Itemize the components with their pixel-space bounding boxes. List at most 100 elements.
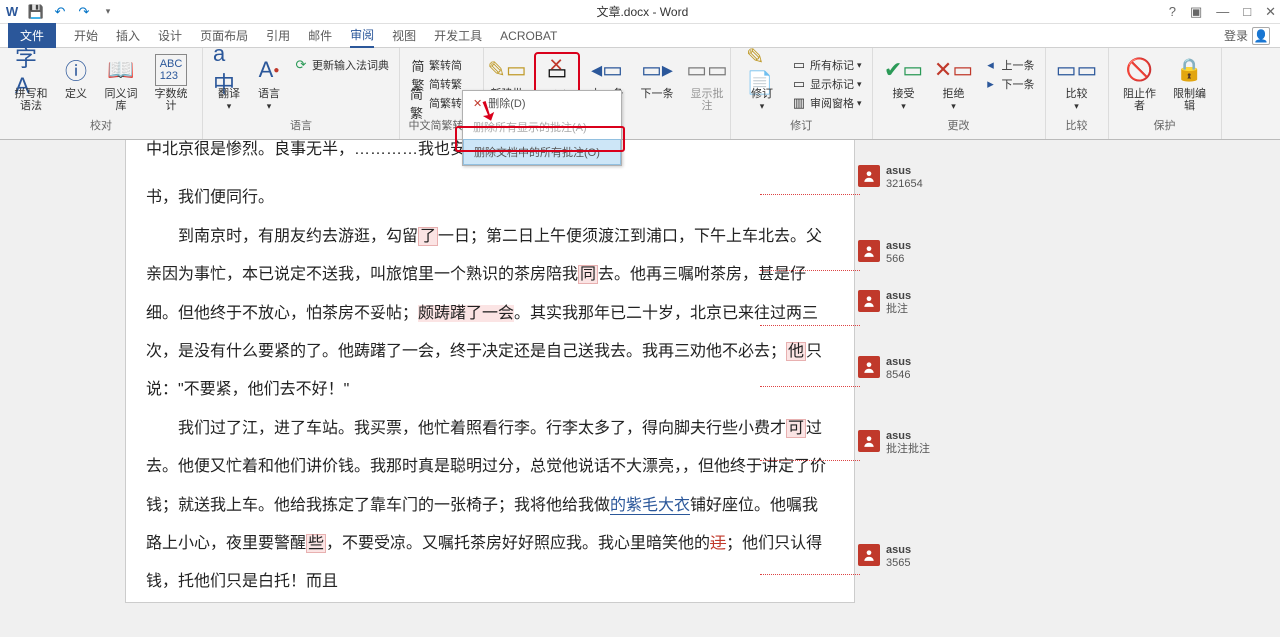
- show-markup-dropdown[interactable]: ▭显示标记▾: [789, 75, 864, 93]
- prev-comment-icon: ◂▭: [591, 54, 623, 86]
- track-changes-icon: ✎📄: [746, 54, 778, 86]
- mark-4: 他: [786, 342, 806, 361]
- next-comment-icon: ▭▸: [641, 54, 673, 86]
- comment-1[interactable]: asus321654: [858, 165, 923, 191]
- restrict-edit-button[interactable]: 🔒 限制编辑: [1167, 52, 1213, 114]
- prev-change-icon: ◂: [983, 57, 999, 73]
- tab-acrobat[interactable]: ACROBAT: [500, 26, 557, 46]
- group-proofing: 字A 拼写和语法 ⓘ 定义 📖 同义词库 ABC123 字数统计 校对: [0, 48, 203, 139]
- convert-icon: 简繁: [410, 95, 426, 111]
- page: 中北京很是惨烈。良事无半，…………我也安向北京念 书，我们便同行。 到南京时，有…: [125, 140, 855, 603]
- connector: [760, 270, 860, 271]
- update-ime-button[interactable]: ⟳ 更新输入法词典: [291, 56, 391, 74]
- para-1: 到南京时，有朋友约去游逛，勾留了一日；第二日上午便须渡江到浦口，下午上车北去。父…: [146, 218, 834, 410]
- avatar-icon: [858, 290, 880, 312]
- translate-icon: a中: [213, 54, 245, 86]
- thesaurus-button[interactable]: 📖 同义词库: [98, 52, 144, 114]
- group-label-changes: 更改: [948, 117, 970, 135]
- connector: [760, 460, 860, 461]
- spellcheck-icon: 字A: [15, 54, 47, 86]
- markup-icon: ▭: [791, 57, 807, 73]
- show-comments-icon: ▭▭: [691, 54, 723, 86]
- wordcount-icon: ABC123: [155, 54, 187, 86]
- show-markup-icon: ▭: [791, 76, 807, 92]
- help-icon[interactable]: ?: [1169, 4, 1176, 20]
- compare-icon: ▭▭: [1061, 54, 1093, 86]
- mark-1: 了: [418, 227, 438, 246]
- review-panel-icon: ▥: [791, 95, 807, 111]
- redo-icon[interactable]: ↷: [76, 4, 92, 20]
- tab-view[interactable]: 视图: [392, 24, 416, 47]
- tab-mail[interactable]: 邮件: [308, 24, 332, 47]
- restrict-edit-icon: 🔒: [1174, 54, 1206, 86]
- qat-dropdown-icon[interactable]: ▾: [100, 4, 116, 20]
- delete-icon-small: ✕: [473, 97, 482, 110]
- avatar-icon: [858, 240, 880, 262]
- delete-shown-comments-item: 删除所有显示的批注(A): [463, 115, 621, 139]
- trad-simp-icon: 简: [410, 57, 426, 73]
- underline-1: 的紫毛大衣: [610, 497, 690, 515]
- spellcheck-button[interactable]: 字A 拼写和语法: [8, 52, 54, 114]
- update-ime-icon: ⟳: [293, 57, 309, 73]
- mark-3: 颇踌躇了一会: [418, 305, 514, 322]
- tab-ref[interactable]: 引用: [266, 24, 290, 47]
- comment-4[interactable]: asus8546: [858, 356, 911, 382]
- language-button[interactable]: A● 语言▾: [251, 52, 287, 114]
- tab-dev[interactable]: 开发工具: [434, 24, 482, 47]
- next-change-icon: ▸: [983, 76, 999, 92]
- mark-6: 些: [306, 534, 326, 553]
- comment-3[interactable]: asus批注: [858, 290, 911, 316]
- document-area: 中北京很是惨烈。良事无半，…………我也安向北京念 书，我们便同行。 到南京时，有…: [0, 140, 1280, 637]
- accept-button[interactable]: ✔▭ 接受▾: [881, 52, 927, 114]
- connector: [760, 386, 860, 387]
- undo-icon[interactable]: ↶: [52, 4, 68, 20]
- ribbon-display-icon[interactable]: ▣: [1190, 4, 1202, 20]
- group-changes: ✔▭ 接受▾ ✕▭ 拒绝▾ ◂上一条 ▸下一条 更改: [873, 48, 1046, 139]
- group-compare: ▭▭ 比较▾ 比较: [1046, 48, 1109, 139]
- reject-button[interactable]: ✕▭ 拒绝▾: [931, 52, 977, 114]
- block-authors-button[interactable]: 🚫 阻止作者: [1117, 52, 1163, 114]
- window-title: 文章.docx - Word: [116, 3, 1169, 20]
- group-label-tracking: 修订: [790, 117, 812, 135]
- track-changes-button[interactable]: ✎📄 修订▾: [739, 52, 785, 114]
- trad-to-simp-button[interactable]: 简繁转简: [408, 56, 475, 74]
- group-tracking: ✎📄 修订▾ ▭所有标记▾ ▭显示标记▾ ▥审阅窗格▾ 修订: [731, 48, 873, 139]
- compare-button[interactable]: ▭▭ 比较▾: [1054, 52, 1100, 114]
- thesaurus-icon: 📖: [105, 54, 137, 86]
- title-bar: W 💾 ↶ ↷ ▾ 文章.docx - Word ? ▣ — □ ✕: [0, 0, 1280, 24]
- group-language: a中 翻译▾ A● 语言▾ ⟳ 更新输入法词典 语言: [203, 48, 400, 139]
- block-authors-icon: 🚫: [1124, 54, 1156, 86]
- close-icon[interactable]: ✕: [1265, 4, 1276, 20]
- save-icon[interactable]: 💾: [28, 4, 44, 20]
- tab-design[interactable]: 设计: [158, 24, 182, 47]
- login-area[interactable]: 登录 👤: [1224, 27, 1270, 45]
- next-comment-button[interactable]: ▭▸ 下一条: [634, 52, 680, 102]
- maximize-icon[interactable]: □: [1243, 4, 1251, 20]
- delete-all-comments-item[interactable]: 删除文档中的所有批注(O): [463, 139, 621, 165]
- language-icon: A●: [253, 54, 285, 86]
- comment-6[interactable]: asus3565: [858, 544, 911, 570]
- delete-comment-item[interactable]: ✕ 删除(D): [463, 91, 621, 115]
- tab-insert[interactable]: 插入: [116, 24, 140, 47]
- group-label-protect: 保护: [1154, 117, 1176, 135]
- review-panel-dropdown[interactable]: ▥审阅窗格▾: [789, 94, 864, 112]
- markup-display-dropdown[interactable]: ▭所有标记▾: [789, 56, 864, 74]
- tab-review[interactable]: 审阅: [350, 23, 374, 48]
- window-controls: ? ▣ — □ ✕: [1169, 4, 1276, 20]
- avatar-icon: [858, 356, 880, 378]
- comment-2[interactable]: asus566: [858, 240, 911, 266]
- accept-icon: ✔▭: [888, 54, 920, 86]
- avatar-icon: [858, 165, 880, 187]
- show-comments-button[interactable]: ▭▭ 显示批注: [684, 52, 730, 114]
- minimize-icon[interactable]: —: [1216, 4, 1229, 20]
- strike-1: 迂: [710, 535, 726, 552]
- comment-5[interactable]: asus批注批注: [858, 430, 930, 456]
- translate-button[interactable]: a中 翻译▾: [211, 52, 247, 114]
- next-change-button[interactable]: ▸下一条: [981, 75, 1037, 93]
- tab-start[interactable]: 开始: [74, 24, 98, 47]
- prev-change-button[interactable]: ◂上一条: [981, 56, 1037, 74]
- avatar-icon: [858, 430, 880, 452]
- define-button[interactable]: ⓘ 定义: [58, 52, 94, 102]
- wordcount-button[interactable]: ABC123 字数统计: [148, 52, 194, 114]
- avatar-icon: [858, 544, 880, 566]
